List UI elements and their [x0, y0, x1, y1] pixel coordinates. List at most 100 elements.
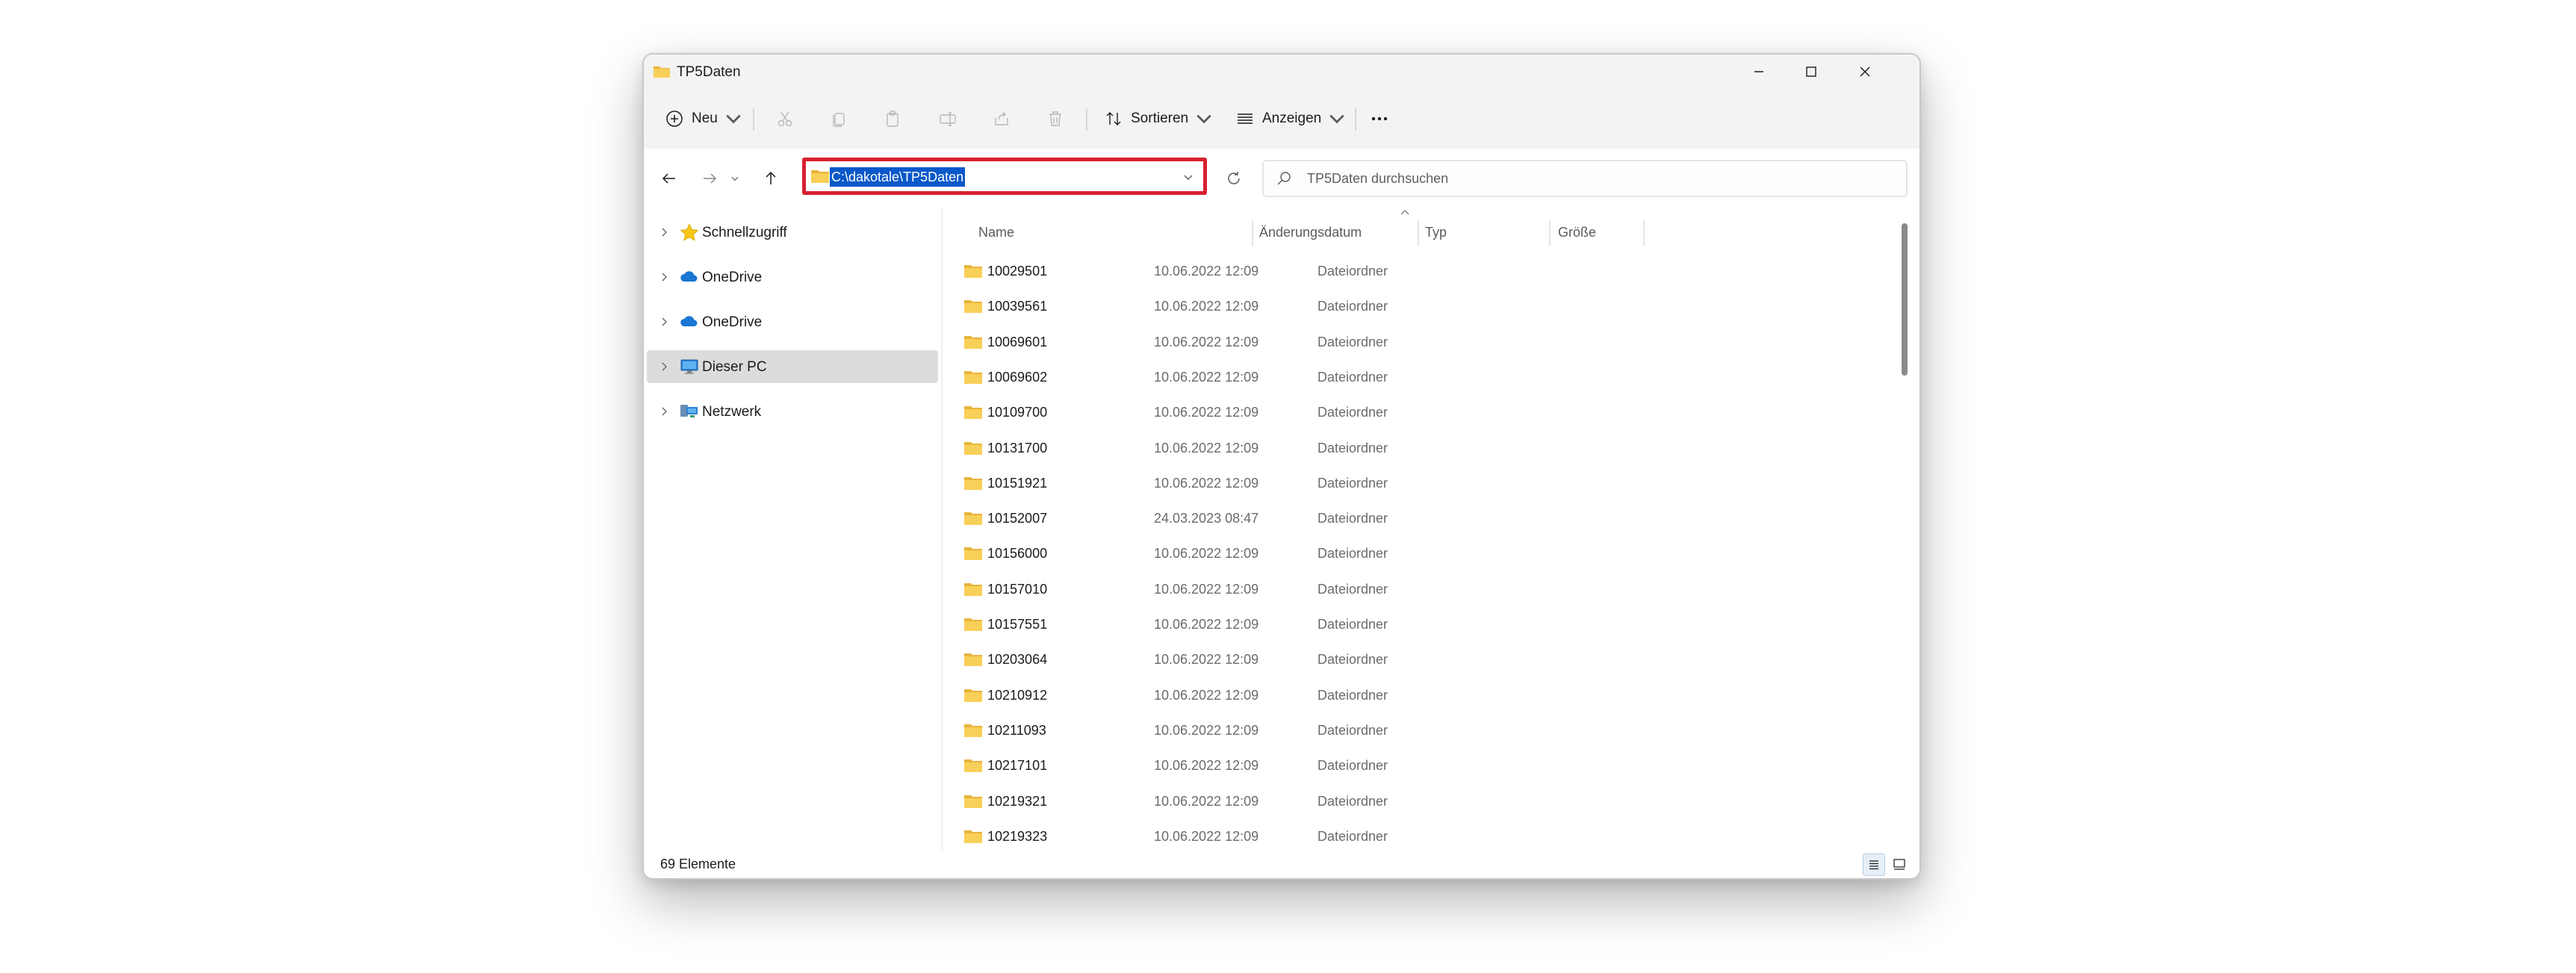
- file-name: 10131700: [987, 440, 1048, 456]
- sidebar-item-onedrive[interactable]: OneDrive: [647, 261, 938, 293]
- cloud-icon: [680, 271, 698, 282]
- rename-button[interactable]: [938, 102, 958, 135]
- file-type: Dateiordner: [1318, 617, 1388, 632]
- file-type: Dateiordner: [1318, 581, 1388, 597]
- column-separator[interactable]: [1643, 220, 1645, 246]
- sort-button[interactable]: Sortieren: [1104, 102, 1214, 135]
- file-row[interactable]: 10210912 10.06.2022 12:09 Dateiordner: [943, 679, 1884, 714]
- file-row[interactable]: 10217101 10.06.2022 12:09 Dateiordner: [943, 749, 1884, 784]
- view-label: Anzeigen: [1262, 111, 1322, 126]
- file-row[interactable]: 10156000 10.06.2022 12:09 Dateiordner: [943, 537, 1884, 572]
- file-name: 10203064: [987, 652, 1048, 668]
- cut-button[interactable]: [775, 102, 795, 135]
- window-title: TP5Daten: [677, 64, 741, 80]
- arrow-up-icon: [766, 171, 776, 184]
- refresh-button[interactable]: [1219, 164, 1249, 193]
- file-list: Name Änderungsdatum Typ Größe 10029501 1…: [943, 208, 1905, 851]
- file-row[interactable]: 10109700 10.06.2022 12:09 Dateiordner: [943, 396, 1884, 431]
- column-header-date[interactable]: Änderungsdatum: [1259, 219, 1362, 246]
- chevron-down-icon: [1197, 114, 1211, 124]
- minimize-button[interactable]: [1733, 55, 1785, 89]
- new-button[interactable]: Neu: [665, 102, 743, 135]
- tiles-view-icon: [1893, 859, 1905, 870]
- file-name: 10156000: [987, 546, 1048, 562]
- copy-button[interactable]: [829, 102, 848, 135]
- share-button[interactable]: [992, 102, 1011, 135]
- vertical-scrollbar[interactable]: [1900, 223, 1908, 821]
- chevron-down-icon: [726, 114, 741, 124]
- chevron-down-icon[interactable]: [1182, 171, 1194, 183]
- file-row[interactable]: 10157551 10.06.2022 12:09 Dateiordner: [943, 608, 1884, 643]
- more-button[interactable]: [1370, 102, 1389, 135]
- chevron-right-icon[interactable]: [659, 361, 669, 372]
- file-row[interactable]: 10219323 10.06.2022 12:09 Dateiordner: [943, 820, 1884, 855]
- chevron-right-icon[interactable]: [659, 317, 669, 327]
- folder-icon: [964, 547, 982, 561]
- folder-icon: [964, 795, 982, 808]
- file-date: 10.06.2022 12:09: [1154, 617, 1259, 632]
- scroll-thumb[interactable]: [1902, 223, 1908, 376]
- star-icon: [680, 223, 699, 241]
- file-row[interactable]: 10151921 10.06.2022 12:09 Dateiordner: [943, 467, 1884, 502]
- folder-icon: [964, 335, 982, 349]
- share-icon: [995, 111, 1008, 125]
- column-header-size[interactable]: Größe: [1558, 219, 1596, 246]
- chevron-right-icon[interactable]: [659, 227, 669, 237]
- chevron-right-icon[interactable]: [659, 406, 669, 417]
- file-row[interactable]: 10131700 10.06.2022 12:09 Dateiordner: [943, 432, 1884, 467]
- column-separator[interactable]: [1418, 220, 1419, 246]
- column-header-name[interactable]: Name: [978, 219, 1014, 246]
- file-name: 10029501: [987, 264, 1048, 279]
- chevron-right-icon[interactable]: [659, 272, 669, 282]
- sort-label: Sortieren: [1131, 111, 1189, 126]
- search-icon: [1277, 172, 1291, 185]
- folder-icon: [964, 759, 982, 773]
- file-row[interactable]: 10211093 10.06.2022 12:09 Dateiordner: [943, 714, 1884, 749]
- search-input[interactable]: TP5Daten durchsuchen: [1262, 160, 1908, 197]
- recent-locations-button[interactable]: [726, 164, 744, 193]
- tiles-view-button[interactable]: [1888, 854, 1911, 876]
- address-bar[interactable]: C:\dakotale\TP5Daten: [802, 158, 1207, 195]
- file-type: Dateiordner: [1318, 758, 1388, 774]
- file-date: 10.06.2022 12:09: [1154, 581, 1259, 597]
- column-separator[interactable]: [1252, 220, 1253, 246]
- maximize-icon: [1806, 66, 1816, 77]
- details-view-button[interactable]: [1863, 854, 1885, 876]
- address-path[interactable]: C:\dakotale\TP5Daten: [830, 167, 966, 187]
- file-row[interactable]: 10069601 10.06.2022 12:09 Dateiordner: [943, 326, 1884, 361]
- file-date: 10.06.2022 12:09: [1154, 546, 1259, 562]
- file-row[interactable]: 10157010 10.06.2022 12:09 Dateiordner: [943, 573, 1884, 608]
- file-row[interactable]: 10219321 10.06.2022 12:09 Dateiordner: [943, 785, 1884, 820]
- file-date: 10.06.2022 12:09: [1154, 405, 1259, 420]
- file-row[interactable]: 10152007 24.03.2023 08:47 Dateiordner: [943, 502, 1884, 537]
- folder-icon: [964, 265, 982, 278]
- file-row[interactable]: 10069602 10.06.2022 12:09 Dateiordner: [943, 361, 1884, 396]
- sidebar-item-onedrive[interactable]: OneDrive: [647, 305, 938, 338]
- column-separator[interactable]: [1549, 220, 1551, 246]
- delete-button[interactable]: [1046, 102, 1065, 135]
- close-button[interactable]: [1839, 55, 1891, 89]
- file-date: 10.06.2022 12:09: [1154, 440, 1259, 456]
- file-row[interactable]: 10039561 10.06.2022 12:09 Dateiordner: [943, 290, 1884, 325]
- view-list-icon: [1238, 114, 1253, 124]
- sidebar-item-quick-access[interactable]: Schnellzugriff: [647, 216, 938, 249]
- back-button[interactable]: [654, 164, 684, 193]
- file-row[interactable]: 10203064 10.06.2022 12:09 Dateiordner: [943, 643, 1884, 678]
- paste-button[interactable]: [883, 102, 902, 135]
- file-date: 10.06.2022 12:09: [1154, 793, 1259, 809]
- file-row[interactable]: 10029501 10.06.2022 12:09 Dateiordner: [943, 255, 1884, 290]
- sidebar-item-label: Schnellzugriff: [702, 225, 787, 240]
- folder-icon: [811, 170, 829, 183]
- file-type: Dateiordner: [1318, 334, 1388, 349]
- maximize-button[interactable]: [1785, 55, 1837, 89]
- up-button[interactable]: [756, 164, 786, 193]
- toolbar-divider: [1355, 108, 1356, 131]
- column-header-type[interactable]: Typ: [1425, 219, 1447, 246]
- forward-button[interactable]: [695, 164, 724, 193]
- file-name: 10069601: [987, 334, 1048, 349]
- sidebar-item-this-pc[interactable]: Dieser PC: [647, 350, 938, 383]
- sidebar-item-network[interactable]: Netzwerk: [647, 395, 938, 428]
- view-button[interactable]: Anzeigen: [1235, 102, 1347, 135]
- folder-icon: [964, 406, 982, 420]
- file-type: Dateiordner: [1318, 299, 1388, 314]
